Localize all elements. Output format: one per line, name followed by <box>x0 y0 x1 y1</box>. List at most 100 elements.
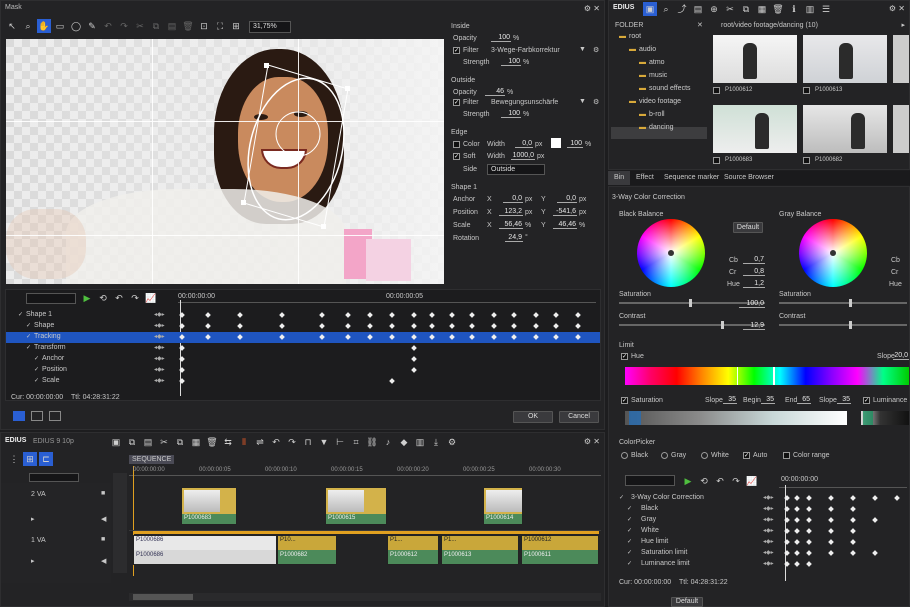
copy-icon[interactable]: ⧉ <box>149 19 163 33</box>
keyframe[interactable] <box>389 378 395 384</box>
edge-color-percent[interactable]: 100 <box>567 140 583 148</box>
keyframe[interactable] <box>533 312 539 318</box>
edge-color-checkbox[interactable] <box>453 141 460 148</box>
keyframe[interactable] <box>319 323 325 329</box>
edge-soft-checkbox[interactable]: ✓ <box>453 153 460 160</box>
copy-bin-icon[interactable]: ⧉ <box>739 2 753 16</box>
keyframe[interactable] <box>469 334 475 340</box>
fx-play-icon[interactable]: ▶ <box>681 474 695 488</box>
keyframe[interactable] <box>806 561 812 567</box>
saturation-value[interactable]: 100,0 <box>739 300 765 308</box>
keyframe[interactable] <box>784 506 790 512</box>
up-folder-icon[interactable]: ⤴ <box>675 2 689 16</box>
track-keyframe-nav-icon[interactable]: ◂◆▸ <box>154 333 165 340</box>
keyframe[interactable] <box>806 506 812 512</box>
edge-side-select[interactable]: Outside <box>487 164 545 175</box>
sequence-tab[interactable]: SEQUENCE <box>129 455 175 464</box>
tl-split-icon[interactable]: ⫴ <box>237 435 251 449</box>
keyframe[interactable] <box>449 323 455 329</box>
keyframe[interactable] <box>806 550 812 556</box>
fx-keyframe-nav-icon[interactable]: ◂◆▸ <box>763 549 774 556</box>
fx-track-checkbox-icon[interactable]: ✓ <box>627 505 632 512</box>
keyframe[interactable] <box>850 528 856 534</box>
track-keyframe-nav-icon[interactable]: ◂◆▸ <box>154 344 165 351</box>
keyframe[interactable] <box>345 312 351 318</box>
folder-close-icon[interactable]: ✕ <box>697 21 703 29</box>
clip-name[interactable]: P1000612 <box>725 87 752 93</box>
keyframe[interactable] <box>279 323 285 329</box>
fx-track-row[interactable]: ✓ Saturation limit ◂◆▸ <box>613 548 907 559</box>
clip-thumbnail[interactable] <box>893 105 909 153</box>
cb-value[interactable]: 0,7 <box>743 256 765 264</box>
scale-x-value[interactable]: 56,46 <box>499 221 523 229</box>
timeline-clip-va1[interactable]: P1000686 P1000686 <box>133 535 277 565</box>
track-keyframe-nav-icon[interactable]: ◂◆▸ <box>154 311 165 318</box>
keyframe[interactable] <box>806 517 812 523</box>
cancel-button[interactable]: Cancel <box>559 411 599 423</box>
inside-filter-settings-icon[interactable]: ⚙ <box>593 46 599 54</box>
clip-checkbox[interactable] <box>713 157 720 164</box>
keyframe[interactable] <box>345 334 351 340</box>
keyframe[interactable] <box>469 312 475 318</box>
folder-tree-item[interactable]: ▬ video footage <box>629 98 681 105</box>
fx-loop-icon[interactable]: ⟲ <box>697 474 711 488</box>
select-tool-icon[interactable]: ↖ <box>5 19 19 33</box>
mask-track-row[interactable]: ✓ Scale ◂◆▸ <box>6 376 600 387</box>
filter-icon[interactable]: ▼ <box>579 46 586 53</box>
track-va2-expand-icon[interactable]: ▸ <box>31 515 35 523</box>
ellipse-tool-icon[interactable]: ◯ <box>69 19 83 33</box>
track-va1-expand-icon[interactable]: ▸ <box>31 557 35 565</box>
keyframe[interactable] <box>533 323 539 329</box>
clip-name[interactable]: P1000682 <box>815 157 842 163</box>
track-checkbox-icon[interactable]: ✓ <box>26 344 31 351</box>
keyframe[interactable] <box>205 312 211 318</box>
keyframe[interactable] <box>179 312 185 318</box>
folder-tree-item[interactable]: ▬ audio <box>629 46 656 53</box>
gray-saturation-slider[interactable] <box>779 299 907 307</box>
keyframe[interactable] <box>794 550 800 556</box>
keyframe[interactable] <box>389 323 395 329</box>
fx-track-checkbox-icon[interactable]: ✓ <box>627 538 632 545</box>
keyframe[interactable] <box>828 550 834 556</box>
keyframe[interactable] <box>237 334 243 340</box>
hand-tool-icon[interactable]: ✋ <box>37 19 51 33</box>
delete-icon[interactable]: 🗑 <box>181 19 195 33</box>
keyframe[interactable] <box>411 367 417 373</box>
keyframe[interactable] <box>367 323 373 329</box>
anchor-x-value[interactable]: 0,0 <box>503 195 523 203</box>
keyframe[interactable] <box>449 334 455 340</box>
keyframe[interactable] <box>850 495 856 501</box>
outside-opacity-value[interactable]: 46 <box>485 88 505 96</box>
keyframe[interactable] <box>784 517 790 523</box>
undo-icon[interactable]: ↶ <box>101 19 115 33</box>
keyframe[interactable] <box>553 323 559 329</box>
graph-icon[interactable]: 📈 <box>144 291 158 305</box>
keyframe[interactable] <box>794 517 800 523</box>
fx-redo-icon[interactable]: ↷ <box>729 474 743 488</box>
track-checkbox-icon[interactable]: ✓ <box>18 311 23 318</box>
tl-audio-icon[interactable]: ♪ <box>381 435 395 449</box>
keyframe[interactable] <box>806 495 812 501</box>
clip-checkbox[interactable] <box>803 87 810 94</box>
keyframe[interactable] <box>411 312 417 318</box>
keyframe[interactable] <box>828 528 834 534</box>
tab-sequence-marker[interactable]: Sequence marker <box>664 174 719 181</box>
keyframe[interactable] <box>205 323 211 329</box>
clip-thumbnail[interactable] <box>713 105 797 153</box>
fx-keyframe-nav-icon[interactable]: ◂◆▸ <box>763 494 774 501</box>
keyframe[interactable] <box>511 312 517 318</box>
rotation-value[interactable]: 24,9 <box>505 234 523 242</box>
new-clip-icon[interactable]: ▤ <box>691 2 705 16</box>
mask-track-row[interactable]: ✓ Anchor ◂◆▸ <box>6 354 600 365</box>
clip-name[interactable]: P1000613 <box>815 87 842 93</box>
fx-keyframe-nav-icon[interactable]: ◂◆▸ <box>763 560 774 567</box>
keyframe[interactable] <box>279 334 285 340</box>
play-icon[interactable]: ▶ <box>80 291 94 305</box>
keyframe[interactable] <box>794 506 800 512</box>
black-color-wheel[interactable] <box>637 219 705 287</box>
track-va1-visibility-icon[interactable]: ■ <box>101 536 105 543</box>
mask-track-row[interactable]: ✓ Shape ◂◆▸ <box>6 321 600 332</box>
tl-cut-icon[interactable]: ✂ <box>157 435 171 449</box>
inside-opacity-value[interactable]: 100 <box>491 34 511 42</box>
fx-default-button[interactable]: Default <box>671 597 703 607</box>
